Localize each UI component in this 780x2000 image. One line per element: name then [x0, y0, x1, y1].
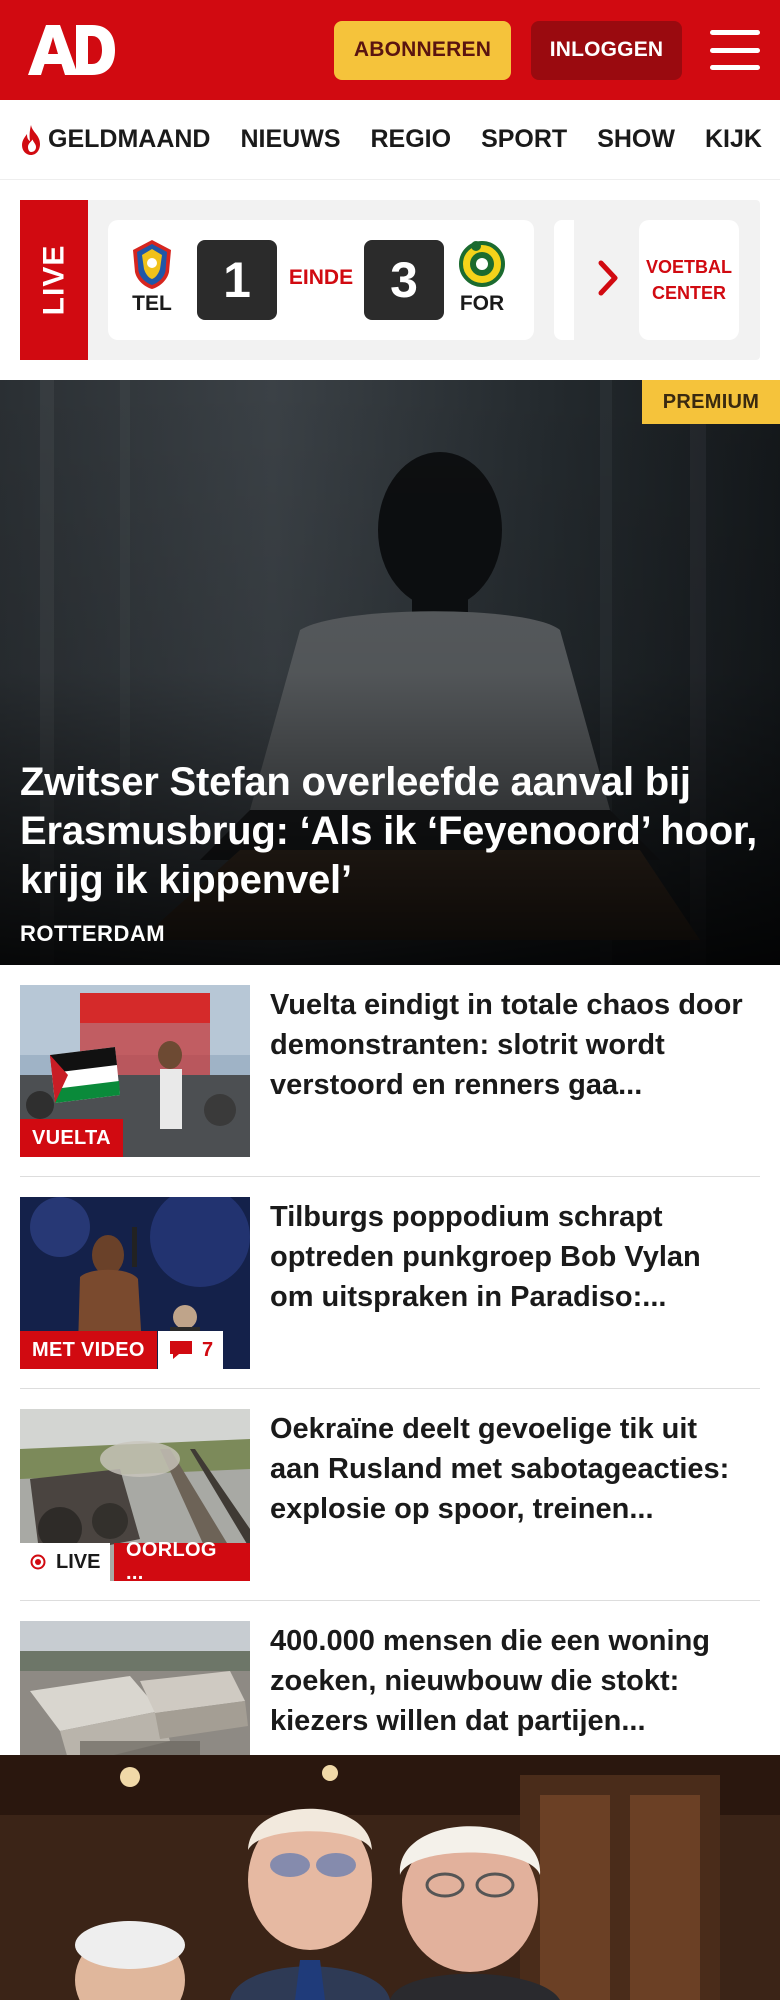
ad-logo[interactable]: [26, 23, 116, 77]
list-item[interactable]: MET VIDEO 7 Tilburgs poppodium schrapt o…: [20, 1197, 760, 1389]
hero-kicker: ROTTERDAM: [20, 921, 166, 946]
voetbal-center-button[interactable]: VOETBAL CENTER: [639, 220, 739, 340]
flame-icon: [22, 124, 40, 155]
article-title[interactable]: Vuelta eindigt in totale chaos door demo…: [270, 985, 750, 1105]
nav-item-kijk[interactable]: KIJK: [705, 125, 762, 154]
live-badge: LIVE: [20, 1543, 111, 1581]
article-title[interactable]: Tilburgs poppodium schrapt optreden punk…: [270, 1197, 750, 1317]
article-thumbnail: VUELTA: [20, 985, 250, 1157]
live-tab: LIVE: [20, 200, 88, 360]
category-badge: VUELTA: [20, 1119, 123, 1157]
home-team-code: TEL: [132, 292, 172, 315]
nav-item-regio[interactable]: REGIO: [371, 125, 452, 154]
hero-title[interactable]: Zwitser Stefan overleefde aanval bij Era…: [20, 758, 760, 905]
nav-label: GELDMAAND: [48, 125, 211, 153]
match-status: EINDE: [288, 266, 354, 289]
live-tab-label: LIVE: [37, 244, 70, 316]
home-score: 1: [197, 240, 277, 320]
live-dot-icon: [30, 1554, 46, 1570]
away-team: FOR: [452, 238, 512, 316]
list-item[interactable]: LIVE OORLOG ... Oekraïne deelt gevoelige…: [20, 1409, 760, 1601]
home-crest-icon: [133, 240, 171, 289]
subscribe-button[interactable]: ABONNEREN: [334, 20, 511, 80]
live-scorebar: LIVE TEL 1 EINDE 3 FOR VOETBAL CENTER: [20, 200, 760, 360]
comment-icon: [170, 1341, 192, 1359]
hero-article[interactable]: PREMIUM Zwitser Stefan overleefde aanval…: [0, 380, 780, 965]
article-title[interactable]: 400.000 mensen die een woning zoeken, ni…: [270, 1621, 750, 1741]
top-bar: ABONNEREN INLOGGEN: [0, 0, 780, 100]
match-card[interactable]: TEL 1 EINDE 3 FOR: [108, 220, 534, 340]
feature-image: [0, 1755, 780, 2000]
nav-item-geldmaand[interactable]: GELDMAAND: [18, 124, 211, 156]
hamburger-line: [710, 30, 760, 35]
nav-item-sport[interactable]: SPORT: [481, 125, 567, 154]
away-team-code: FOR: [459, 292, 505, 315]
ad-logo-mark: [28, 25, 115, 75]
article-title[interactable]: Oekraïne deelt gevoelige tik uit aan Rus…: [270, 1409, 750, 1529]
list-item[interactable]: VUELTA Vuelta eindigt in totale chaos do…: [20, 985, 760, 1177]
article-thumbnail: LIVE OORLOG ...: [20, 1409, 250, 1581]
feature-article[interactable]: [0, 1755, 780, 2000]
hamburger-icon[interactable]: [710, 30, 760, 70]
article-list: VUELTA Vuelta eindigt in totale chaos do…: [20, 985, 760, 1813]
category-badge: MET VIDEO: [20, 1331, 157, 1369]
next-match-card-edge: [554, 220, 574, 340]
main-nav: GELDMAAND NIEUWS REGIO SPORT SHOW KIJK: [0, 100, 780, 180]
nav-item-show[interactable]: SHOW: [597, 125, 675, 154]
article-thumbnail: MET VIDEO 7: [20, 1197, 250, 1369]
top-actions: ABONNEREN INLOGGEN: [334, 20, 760, 80]
category-badge: OORLOG ...: [114, 1539, 250, 1581]
chevron-right-icon[interactable]: [596, 258, 622, 298]
away-score: 3: [364, 240, 444, 320]
hero-text: Zwitser Stefan overleefde aanval bij Era…: [20, 758, 760, 947]
hamburger-line: [710, 47, 760, 53]
nav-item-nieuws[interactable]: NIEUWS: [241, 125, 341, 154]
login-button[interactable]: INLOGGEN: [531, 20, 682, 80]
comment-count-value: 7: [202, 1338, 214, 1361]
premium-badge: PREMIUM: [642, 380, 780, 424]
home-team: TEL: [122, 238, 182, 316]
away-crest-icon: [459, 241, 505, 287]
live-badge-label: LIVE: [56, 1550, 101, 1573]
hamburger-line: [710, 65, 760, 70]
comment-count[interactable]: 7: [158, 1331, 224, 1369]
